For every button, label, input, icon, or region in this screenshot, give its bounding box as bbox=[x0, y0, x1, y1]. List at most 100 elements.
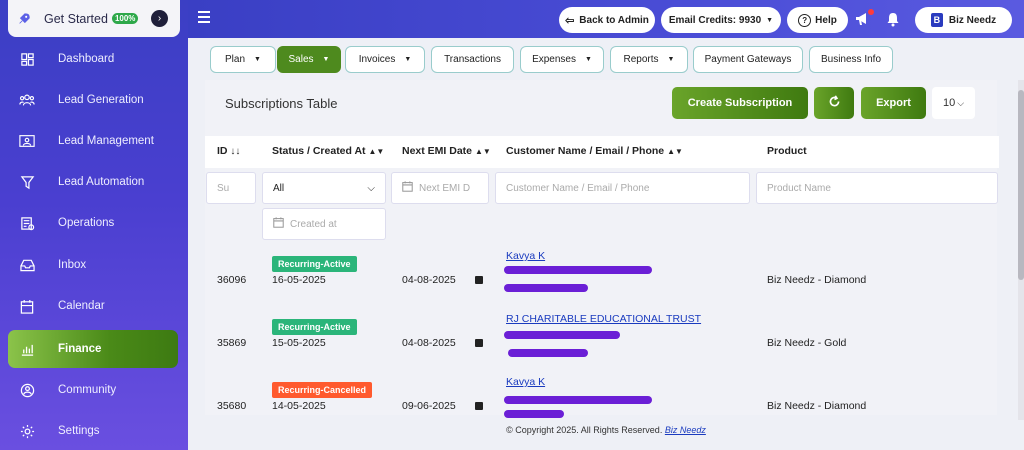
next-emi-date: 04-08-2025 bbox=[402, 274, 456, 286]
status-filter-select[interactable]: All ⌵ bbox=[262, 172, 386, 204]
help-button[interactable]: ? Help bbox=[787, 7, 848, 33]
sidebar-item-operations[interactable]: Operations bbox=[8, 204, 178, 242]
product-name: Biz Needz - Diamond bbox=[767, 400, 867, 412]
sidebar-item-dashboard[interactable]: Dashboard bbox=[8, 40, 178, 78]
per-page-value: 10 bbox=[942, 97, 956, 109]
finance-icon bbox=[18, 340, 36, 358]
calendar-icon bbox=[18, 297, 36, 315]
next-emi-filter-input[interactable]: Next EMI D bbox=[391, 172, 489, 204]
arrow-left-icon: ⇦ bbox=[565, 14, 575, 27]
sidebar-item-label: Lead Management bbox=[58, 135, 154, 147]
tab-payment-gateways[interactable]: Payment Gateways bbox=[693, 46, 803, 73]
sidebar-item-label: Lead Generation bbox=[58, 94, 144, 106]
created-date: 15-05-2025 bbox=[272, 337, 326, 349]
sidebar-item-label: Dashboard bbox=[58, 53, 115, 65]
sidebar-item-label: Settings bbox=[58, 425, 100, 437]
tab-reports[interactable]: Reports ▼ bbox=[610, 46, 688, 73]
per-page-select[interactable]: 10 ⌵ bbox=[932, 87, 975, 119]
tab-expenses[interactable]: Expenses ▼ bbox=[520, 46, 604, 73]
footer-link[interactable]: Biz Needz bbox=[665, 425, 706, 435]
tab-invoices[interactable]: Invoices ▼ bbox=[345, 46, 425, 73]
tab-label: Business Info bbox=[820, 54, 882, 65]
tab-business-info[interactable]: Business Info bbox=[809, 46, 893, 73]
sidebar-item-community[interactable]: Community bbox=[8, 371, 178, 409]
redacted-phone bbox=[504, 410, 564, 418]
next-emi-date: 04-08-2025 bbox=[402, 337, 456, 349]
top-header: ⇦ Back to Admin Email Credits: 9930 ▼ ? … bbox=[188, 0, 1024, 38]
page-scrollbar[interactable] bbox=[1018, 80, 1024, 420]
operations-icon bbox=[18, 214, 36, 232]
profile-label: Biz Needz bbox=[948, 14, 997, 26]
back-to-admin-button[interactable]: ⇦ Back to Admin bbox=[559, 7, 655, 33]
help-label: Help bbox=[815, 14, 837, 26]
product-name: Biz Needz - Gold bbox=[767, 337, 847, 349]
get-started-card[interactable]: Get Started 100% › bbox=[8, 0, 180, 37]
rocket-icon bbox=[16, 11, 32, 27]
sidebar-item-finance[interactable]: Finance bbox=[8, 330, 178, 368]
next-emi-date: 09-06-2025 bbox=[402, 400, 456, 412]
tab-sales[interactable]: Sales ▼ bbox=[277, 46, 341, 73]
column-header-status[interactable]: Status / Created At ▲▼ bbox=[272, 145, 384, 157]
column-header-product: Product bbox=[767, 145, 807, 157]
caret-down-icon: ▼ bbox=[667, 56, 675, 63]
table-row[interactable]: 35869 Recurring-Active 15-05-2025 04-08-… bbox=[205, 307, 999, 367]
export-button[interactable]: Export bbox=[861, 87, 926, 119]
product-filter-input[interactable]: Product Name bbox=[756, 172, 998, 204]
redacted-email bbox=[504, 266, 652, 274]
table-row[interactable]: 36096 Recurring-Active 16-05-2025 04-08-… bbox=[205, 244, 999, 304]
sidebar-item-lead-generation[interactable]: Lead Generation bbox=[8, 81, 178, 119]
copyright-text: © Copyright 2025. All Rights Reserved. bbox=[506, 425, 663, 435]
tab-label: Plan bbox=[225, 54, 246, 65]
note-icon[interactable] bbox=[475, 276, 483, 284]
bell-icon[interactable] bbox=[884, 10, 902, 28]
get-started-label: Get Started bbox=[44, 11, 108, 26]
megaphone-icon[interactable] bbox=[854, 9, 874, 28]
create-subscription-button[interactable]: Create Subscription bbox=[672, 87, 808, 119]
tab-label: Transactions bbox=[444, 54, 501, 65]
sidebar-item-lead-management[interactable]: Lead Management bbox=[8, 122, 178, 160]
calendar-icon bbox=[402, 181, 413, 195]
sidebar-item-settings[interactable]: Settings bbox=[8, 412, 178, 450]
back-to-admin-label: Back to Admin bbox=[579, 14, 649, 26]
column-header-next-emi[interactable]: Next EMI Date ▲▼ bbox=[402, 145, 491, 157]
chevron-right-icon[interactable]: › bbox=[151, 10, 168, 27]
note-icon[interactable] bbox=[475, 402, 483, 410]
customer-name-link[interactable]: RJ CHARITABLE EDUCATIONAL TRUST bbox=[506, 313, 701, 325]
email-credits-dropdown[interactable]: Email Credits: 9930 ▼ bbox=[661, 7, 781, 33]
gear-icon bbox=[18, 422, 36, 440]
tab-transactions[interactable]: Transactions bbox=[431, 46, 514, 73]
sidebar-item-lead-automation[interactable]: Lead Automation bbox=[8, 163, 178, 201]
id-filter-input[interactable]: Su bbox=[206, 172, 256, 204]
note-icon[interactable] bbox=[475, 339, 483, 347]
hamburger-icon[interactable] bbox=[198, 11, 210, 23]
sidebar-item-label: Community bbox=[58, 384, 117, 396]
column-header-id[interactable]: ID ↓↓ bbox=[217, 145, 240, 157]
funnel-icon bbox=[18, 173, 36, 191]
caret-down-icon: ▼ bbox=[322, 56, 330, 63]
created-at-filter-input[interactable]: Created at bbox=[262, 208, 386, 240]
redacted-email bbox=[504, 331, 620, 339]
refresh-button[interactable] bbox=[814, 87, 854, 119]
progress-badge: 100% bbox=[111, 13, 139, 24]
users-icon bbox=[18, 91, 36, 109]
sidebar-item-inbox[interactable]: Inbox bbox=[8, 246, 178, 284]
contact-card-icon bbox=[18, 132, 36, 150]
customer-name-link[interactable]: Kavya K bbox=[506, 250, 545, 262]
tab-label: Reports bbox=[623, 54, 659, 65]
scrollbar-thumb[interactable] bbox=[1018, 90, 1024, 280]
calendar-icon bbox=[273, 217, 284, 231]
tab-label: Invoices bbox=[358, 54, 396, 65]
status-badge: Recurring-Active bbox=[272, 256, 357, 272]
sort-icon: ▲▼ bbox=[474, 147, 491, 156]
profile-button[interactable]: B Biz Needz bbox=[915, 7, 1012, 33]
sort-desc-icon: ↓↓ bbox=[230, 146, 241, 157]
notification-dot bbox=[868, 9, 874, 15]
column-header-customer[interactable]: Customer Name / Email / Phone ▲▼ bbox=[506, 145, 683, 157]
customer-name-link[interactable]: Kavya K bbox=[506, 376, 545, 388]
status-badge: Recurring-Cancelled bbox=[272, 382, 373, 398]
sidebar-item-calendar[interactable]: Calendar bbox=[8, 287, 178, 325]
tab-plan[interactable]: Plan ▼ bbox=[210, 46, 276, 73]
sidebar-item-label: Operations bbox=[58, 217, 115, 229]
created-date: 14-05-2025 bbox=[272, 400, 326, 412]
customer-filter-input[interactable]: Customer Name / Email / Phone bbox=[495, 172, 750, 204]
